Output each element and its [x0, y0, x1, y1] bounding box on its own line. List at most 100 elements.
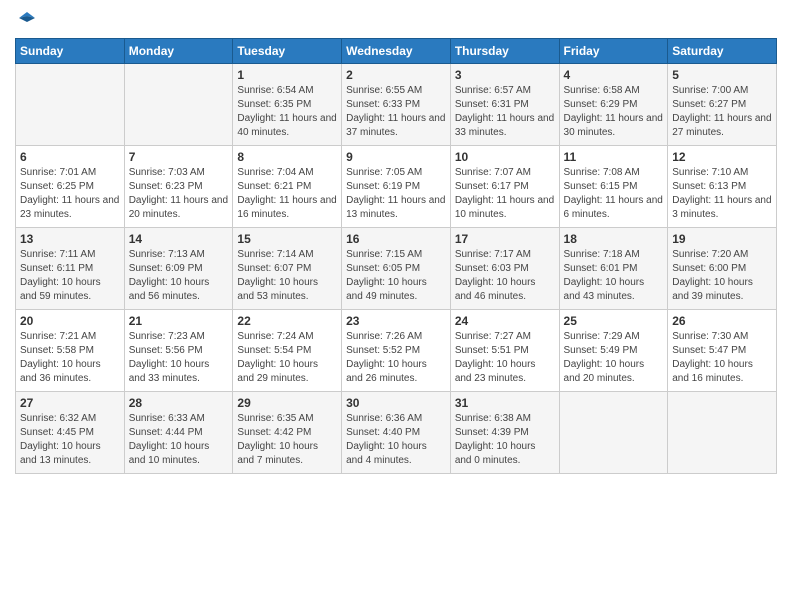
day-info: Sunrise: 7:01 AM Sunset: 6:25 PM Dayligh… — [20, 166, 120, 222]
calendar-cell: 9Sunrise: 7:05 AM Sunset: 6:19 PM Daylig… — [342, 146, 451, 228]
day-number: 23 — [346, 314, 446, 328]
day-info: Sunrise: 7:20 AM Sunset: 6:00 PM Dayligh… — [672, 248, 772, 304]
calendar-day-header: Thursday — [450, 39, 559, 64]
day-number: 17 — [455, 232, 555, 246]
calendar-cell — [559, 392, 668, 474]
day-number: 8 — [237, 150, 337, 164]
calendar-cell: 30 Sunrise: 6:36 AM Sunset: 4:40 PM Dayli… — [342, 392, 451, 474]
day-info: Sunrise: 6:54 AM Sunset: 6:35 PM Dayligh… — [237, 84, 337, 140]
calendar-cell: 7 Sunrise: 7:03 AM Sunset: 6:23 PM Daylig… — [124, 146, 233, 228]
calendar-cell: 14 Sunrise: 7:13 AM Sunset: 6:09 PM Dayli… — [124, 228, 233, 310]
calendar-cell: 23Sunrise: 7:26 AM Sunset: 5:52 PM Dayli… — [342, 310, 451, 392]
day-info: Sunrise: 7:13 AM Sunset: 6:09 PM Dayligh… — [129, 248, 229, 304]
calendar-cell: 2Sunrise: 6:55 AM Sunset: 6:33 PM Daylig… — [342, 64, 451, 146]
day-number: 26 — [672, 314, 772, 328]
day-info: Sunrise: 6:36 AM Sunset: 4:40 PM Dayligh… — [346, 412, 446, 468]
calendar-day-header: Sunday — [16, 39, 125, 64]
calendar-cell: 13 Sunrise: 7:11 AM Sunset: 6:11 PM Dayli… — [16, 228, 125, 310]
day-info: Sunrise: 7:07 AM Sunset: 6:17 PM Dayligh… — [455, 166, 555, 222]
day-number: 29 — [237, 396, 337, 410]
calendar-cell: 24Sunrise: 7:27 AM Sunset: 5:51 PM Dayli… — [450, 310, 559, 392]
day-info: Sunrise: 6:32 AM Sunset: 4:45 PM Dayligh… — [20, 412, 120, 468]
day-info: Sunrise: 6:33 AM Sunset: 4:44 PM Dayligh… — [129, 412, 229, 468]
logo — [15, 10, 37, 30]
day-info: Sunrise: 7:30 AM Sunset: 5:47 PM Dayligh… — [672, 330, 772, 386]
day-number: 14 — [129, 232, 229, 246]
calendar-cell: 8 Sunrise: 7:04 AM Sunset: 6:21 PM Daylig… — [233, 146, 342, 228]
day-info: Sunrise: 7:17 AM Sunset: 6:03 PM Dayligh… — [455, 248, 555, 304]
day-info: Sunrise: 7:08 AM Sunset: 6:15 PM Dayligh… — [564, 166, 664, 222]
calendar-table: SundayMondayTuesdayWednesdayThursdayFrid… — [15, 38, 777, 474]
calendar-cell: 4 Sunrise: 6:58 AM Sunset: 6:29 PM Daylig… — [559, 64, 668, 146]
day-number: 5 — [672, 68, 772, 82]
day-info: Sunrise: 7:21 AM Sunset: 5:58 PM Dayligh… — [20, 330, 120, 386]
day-number: 27 — [20, 396, 120, 410]
calendar-week-row: 20 Sunrise: 7:21 AM Sunset: 5:58 PM Dayli… — [16, 310, 777, 392]
calendar-cell — [124, 64, 233, 146]
day-number: 30 — [346, 396, 446, 410]
day-number: 24 — [455, 314, 555, 328]
calendar-week-row: 1 Sunrise: 6:54 AM Sunset: 6:35 PM Daylig… — [16, 64, 777, 146]
calendar-cell: 11 Sunrise: 7:08 AM Sunset: 6:15 PM Dayli… — [559, 146, 668, 228]
calendar-cell: 26 Sunrise: 7:30 AM Sunset: 5:47 PM Dayli… — [668, 310, 777, 392]
day-number: 15 — [237, 232, 337, 246]
calendar-week-row: 6Sunrise: 7:01 AM Sunset: 6:25 PM Daylig… — [16, 146, 777, 228]
calendar-body: 1 Sunrise: 6:54 AM Sunset: 6:35 PM Daylig… — [16, 64, 777, 474]
day-number: 12 — [672, 150, 772, 164]
day-info: Sunrise: 6:58 AM Sunset: 6:29 PM Dayligh… — [564, 84, 664, 140]
calendar-header-row: SundayMondayTuesdayWednesdayThursdayFrid… — [16, 39, 777, 64]
day-info: Sunrise: 7:04 AM Sunset: 6:21 PM Dayligh… — [237, 166, 337, 222]
day-number: 1 — [237, 68, 337, 82]
calendar-cell — [668, 392, 777, 474]
day-number: 25 — [564, 314, 664, 328]
day-number: 18 — [564, 232, 664, 246]
calendar-cell — [16, 64, 125, 146]
calendar-day-header: Saturday — [668, 39, 777, 64]
day-number: 31 — [455, 396, 555, 410]
day-number: 16 — [346, 232, 446, 246]
day-number: 10 — [455, 150, 555, 164]
calendar-cell: 17 Sunrise: 7:17 AM Sunset: 6:03 PM Dayli… — [450, 228, 559, 310]
logo-icon — [17, 10, 37, 30]
calendar-cell: 1 Sunrise: 6:54 AM Sunset: 6:35 PM Daylig… — [233, 64, 342, 146]
day-info: Sunrise: 7:15 AM Sunset: 6:05 PM Dayligh… — [346, 248, 446, 304]
day-info: Sunrise: 7:03 AM Sunset: 6:23 PM Dayligh… — [129, 166, 229, 222]
day-info: Sunrise: 6:38 AM Sunset: 4:39 PM Dayligh… — [455, 412, 555, 468]
calendar-cell: 5 Sunrise: 7:00 AM Sunset: 6:27 PM Daylig… — [668, 64, 777, 146]
day-number: 7 — [129, 150, 229, 164]
calendar-cell: 12 Sunrise: 7:10 AM Sunset: 6:13 PM Dayli… — [668, 146, 777, 228]
calendar-week-row: 13 Sunrise: 7:11 AM Sunset: 6:11 PM Dayli… — [16, 228, 777, 310]
calendar-cell: 20 Sunrise: 7:21 AM Sunset: 5:58 PM Dayli… — [16, 310, 125, 392]
day-info: Sunrise: 7:05 AM Sunset: 6:19 PM Dayligh… — [346, 166, 446, 222]
day-number: 4 — [564, 68, 664, 82]
calendar-day-header: Friday — [559, 39, 668, 64]
calendar-cell: 6Sunrise: 7:01 AM Sunset: 6:25 PM Daylig… — [16, 146, 125, 228]
day-info: Sunrise: 7:10 AM Sunset: 6:13 PM Dayligh… — [672, 166, 772, 222]
day-info: Sunrise: 7:00 AM Sunset: 6:27 PM Dayligh… — [672, 84, 772, 140]
day-info: Sunrise: 7:23 AM Sunset: 5:56 PM Dayligh… — [129, 330, 229, 386]
day-number: 21 — [129, 314, 229, 328]
calendar-cell: 10 Sunrise: 7:07 AM Sunset: 6:17 PM Dayli… — [450, 146, 559, 228]
day-info: Sunrise: 7:18 AM Sunset: 6:01 PM Dayligh… — [564, 248, 664, 304]
day-number: 19 — [672, 232, 772, 246]
day-info: Sunrise: 7:24 AM Sunset: 5:54 PM Dayligh… — [237, 330, 337, 386]
day-number: 3 — [455, 68, 555, 82]
calendar-cell: 25Sunrise: 7:29 AM Sunset: 5:49 PM Dayli… — [559, 310, 668, 392]
day-number: 11 — [564, 150, 664, 164]
calendar-day-header: Tuesday — [233, 39, 342, 64]
calendar-cell: 31 Sunrise: 6:38 AM Sunset: 4:39 PM Dayli… — [450, 392, 559, 474]
day-info: Sunrise: 6:35 AM Sunset: 4:42 PM Dayligh… — [237, 412, 337, 468]
page-header — [15, 10, 777, 30]
day-number: 13 — [20, 232, 120, 246]
calendar-cell: 15Sunrise: 7:14 AM Sunset: 6:07 PM Dayli… — [233, 228, 342, 310]
day-number: 20 — [20, 314, 120, 328]
calendar-cell: 21 Sunrise: 7:23 AM Sunset: 5:56 PM Dayli… — [124, 310, 233, 392]
calendar-cell: 28Sunrise: 6:33 AM Sunset: 4:44 PM Dayli… — [124, 392, 233, 474]
calendar-cell: 29 Sunrise: 6:35 AM Sunset: 4:42 PM Dayli… — [233, 392, 342, 474]
calendar-cell: 22Sunrise: 7:24 AM Sunset: 5:54 PM Dayli… — [233, 310, 342, 392]
calendar-cell: 16 Sunrise: 7:15 AM Sunset: 6:05 PM Dayli… — [342, 228, 451, 310]
calendar-cell: 19 Sunrise: 7:20 AM Sunset: 6:00 PM Dayli… — [668, 228, 777, 310]
day-info: Sunrise: 7:11 AM Sunset: 6:11 PM Dayligh… — [20, 248, 120, 304]
calendar-cell: 18 Sunrise: 7:18 AM Sunset: 6:01 PM Dayli… — [559, 228, 668, 310]
day-number: 2 — [346, 68, 446, 82]
